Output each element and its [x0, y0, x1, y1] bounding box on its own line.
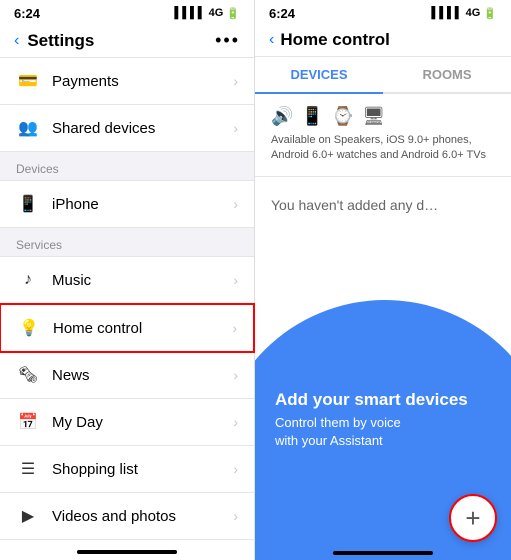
news-icon: 🗞 — [16, 363, 40, 387]
shared-devices-item[interactable]: 👥 Shared devices › — [0, 105, 254, 152]
right-panel: 6:24 ▌▌▌▌ 4G 🔋 ‹ Home control DEVICES RO… — [255, 0, 511, 560]
home-control-icon: 💡 — [17, 316, 41, 340]
music-label: Music — [52, 272, 233, 289]
smart-devices-subtitle: Control them by voice with your Assistan… — [275, 414, 468, 450]
tv-icon: 🖥 — [362, 106, 385, 127]
right-status-icons: ▌▌▌▌ 4G 🔋 — [431, 7, 497, 20]
videos-label: Videos and photos — [52, 508, 233, 525]
right-network-icon: 4G — [466, 7, 481, 19]
device-description: Available on Speakers, iOS 9.0+ phones, … — [255, 133, 511, 177]
left-status-bar: 6:24 ▌▌▌▌ 4G 🔋 — [0, 0, 254, 24]
music-icon: ♪ — [16, 268, 40, 292]
shared-devices-icon: 👥 — [16, 116, 40, 140]
speaker-icon: 🔊 — [271, 106, 293, 127]
my-day-icon: 📅 — [16, 410, 40, 434]
tabs-bar: DEVICES ROOMS — [255, 57, 511, 94]
right-battery-icon: 🔋 — [483, 7, 497, 20]
shopping-chevron: › — [233, 461, 238, 477]
payments-icon: 💳 — [16, 69, 40, 93]
home-control-item[interactable]: 💡 Home control › — [0, 303, 255, 353]
devices-section-header: Devices — [0, 152, 254, 181]
shared-devices-label: Shared devices — [52, 120, 233, 137]
left-home-indicator — [0, 542, 254, 560]
music-chevron: › — [233, 272, 238, 288]
right-status-bar: 6:24 ▌▌▌▌ 4G 🔋 — [255, 0, 511, 24]
right-back-button[interactable]: ‹ — [269, 31, 274, 49]
empty-message: You haven't added any d… — [255, 177, 511, 233]
right-home-indicator — [255, 546, 511, 560]
left-top-bar: ‹ Settings ••• — [0, 24, 254, 58]
left-battery-icon: 🔋 — [226, 7, 240, 20]
home-control-label: Home control — [53, 320, 232, 337]
videos-icon: ▶ — [16, 504, 40, 528]
right-time: 6:24 — [269, 6, 295, 21]
left-screen-title: Settings — [27, 31, 215, 51]
shopping-label: Shopping list — [52, 461, 233, 478]
left-home-bar — [77, 550, 177, 554]
news-item[interactable]: 🗞 News › — [0, 352, 254, 399]
iphone-label: iPhone — [52, 196, 233, 213]
payments-label: Payments — [52, 73, 233, 90]
device-icons-row: 🔊 📱 ⌚ 🖥 — [255, 94, 511, 133]
smart-devices-text: Add your smart devices Control them by v… — [275, 390, 468, 450]
payments-chevron: › — [233, 73, 238, 89]
iphone-chevron: › — [233, 196, 238, 212]
right-top-bar: ‹ Home control — [255, 24, 511, 57]
left-signal-icon: ▌▌▌▌ — [174, 7, 205, 19]
home-control-chevron: › — [232, 320, 237, 336]
shopping-icon: ☰ — [16, 457, 40, 481]
payments-item[interactable]: 💳 Payments › — [0, 58, 254, 105]
phone-device-icon: 📱 — [301, 106, 323, 127]
shared-devices-chevron: › — [233, 120, 238, 136]
left-back-button[interactable]: ‹ — [14, 32, 19, 50]
smart-devices-title: Add your smart devices — [275, 390, 468, 410]
news-label: News — [52, 367, 233, 384]
right-home-bar — [333, 551, 433, 555]
right-screen-title: Home control — [280, 30, 390, 50]
my-day-item[interactable]: 📅 My Day › — [0, 399, 254, 446]
more-button[interactable]: ••• — [215, 30, 240, 51]
services-section-header: Services — [0, 228, 254, 257]
iphone-icon: 📱 — [16, 192, 40, 216]
music-item[interactable]: ♪ Music › — [0, 257, 254, 304]
watch-icon: ⌚ — [332, 106, 354, 127]
left-time: 6:24 — [14, 6, 40, 21]
right-signal-icon: ▌▌▌▌ — [431, 7, 462, 19]
my-day-label: My Day — [52, 414, 233, 431]
iphone-item[interactable]: 📱 iPhone › — [0, 181, 254, 228]
tab-devices[interactable]: DEVICES — [255, 57, 383, 92]
news-chevron: › — [233, 367, 238, 383]
videos-chevron: › — [233, 508, 238, 524]
add-device-button[interactable]: + — [449, 494, 497, 542]
shopping-item[interactable]: ☰ Shopping list › — [0, 446, 254, 493]
left-network-icon: 4G — [209, 7, 224, 19]
left-panel: 6:24 ▌▌▌▌ 4G 🔋 ‹ Settings ••• 💳 Payments… — [0, 0, 255, 560]
my-day-chevron: › — [233, 414, 238, 430]
tab-rooms[interactable]: ROOMS — [383, 57, 511, 92]
left-status-icons: ▌▌▌▌ 4G 🔋 — [174, 7, 240, 20]
videos-item[interactable]: ▶ Videos and photos › — [0, 493, 254, 540]
